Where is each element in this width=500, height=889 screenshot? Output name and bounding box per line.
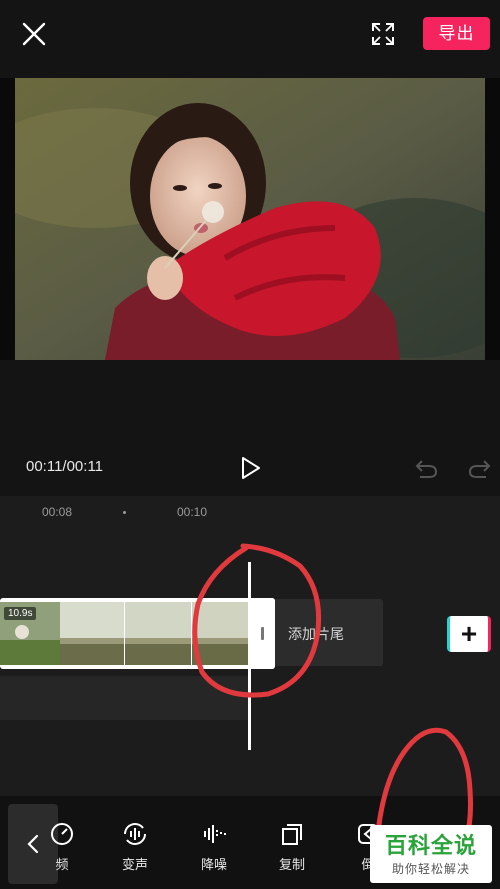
- add-ending-label: 添加片尾: [288, 626, 344, 642]
- ruler-tick-label: 00:08: [42, 505, 73, 519]
- watermark-logo: 百科全说 助你轻松解决: [370, 825, 492, 883]
- watermark-subtitle: 助你轻松解决: [391, 862, 470, 876]
- playhead[interactable]: [248, 562, 251, 750]
- voice-change-icon: [124, 823, 146, 845]
- noise-reduction-icon: [204, 825, 226, 843]
- tool-noise-reduction[interactable]: 降噪: [182, 796, 246, 889]
- tool-voice-change[interactable]: 变声: [103, 796, 167, 889]
- handle-grip: [261, 627, 264, 640]
- add-clip-button[interactable]: +: [447, 616, 491, 652]
- watermark-title: 百科全说: [384, 833, 477, 858]
- audio-track[interactable]: [0, 676, 248, 720]
- tool-speed[interactable]: 频: [30, 796, 94, 889]
- undo-icon: [415, 460, 438, 478]
- speed-icon: [51, 823, 73, 845]
- close-button[interactable]: [18, 18, 50, 50]
- ruler-tick-label: 00:10: [177, 505, 208, 519]
- video-preview[interactable]: [0, 78, 500, 360]
- play-button[interactable]: [236, 454, 264, 482]
- copy-icon: [282, 824, 302, 845]
- player-controls: 00:11/00:11: [0, 360, 500, 496]
- preview-frame: [15, 78, 485, 360]
- tool-label: 降噪: [200, 857, 227, 872]
- fullscreen-button[interactable]: [366, 17, 400, 51]
- ruler-dot: [123, 511, 126, 514]
- top-bar: 导出: [0, 0, 500, 78]
- clip-thumbnail: [60, 602, 124, 665]
- video-clip[interactable]: 10.9s: [0, 598, 275, 669]
- clip-thumbnail: [192, 602, 251, 665]
- redo-icon: [468, 460, 491, 478]
- timeline[interactable]: 00:08 00:10 10.9s 添加片尾 +: [0, 496, 500, 796]
- undo-button[interactable]: [414, 456, 440, 480]
- export-button[interactable]: 导出: [423, 17, 490, 50]
- tool-label: 频: [55, 857, 69, 872]
- redo-button[interactable]: [466, 456, 492, 480]
- add-ending-button[interactable]: 添加片尾: [275, 599, 383, 666]
- tool-label: 变声: [121, 857, 148, 872]
- time-ruler: 00:08 00:10: [0, 496, 500, 532]
- tool-label: 复制: [278, 857, 305, 872]
- clip-trim-handle[interactable]: [251, 598, 275, 669]
- close-icon: [22, 22, 46, 46]
- clip-duration-badge: 10.9s: [4, 607, 37, 620]
- plus-icon: +: [460, 618, 478, 649]
- fullscreen-icon: [372, 23, 394, 45]
- playback-time: 00:11/00:11: [26, 458, 104, 475]
- tool-copy[interactable]: 复制: [260, 796, 324, 889]
- play-icon: [242, 457, 260, 479]
- clip-thumbnail: [125, 602, 191, 665]
